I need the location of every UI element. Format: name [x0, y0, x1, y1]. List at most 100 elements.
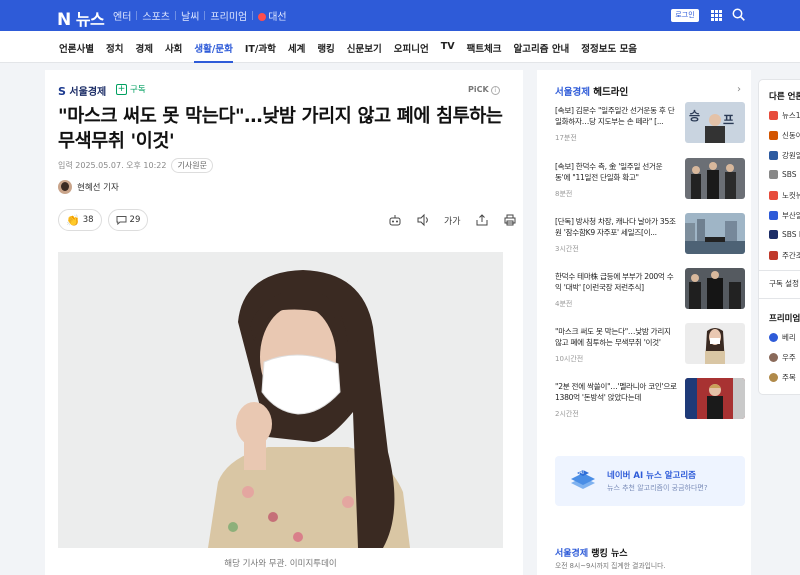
top-nav: 엔터 스포츠 날씨 프리미엄 대선: [108, 8, 292, 23]
publish-date: 입력 2025.05.07. 오후 10:22: [58, 161, 167, 170]
chevron-right-icon[interactable]: ›: [737, 84, 741, 95]
ai-layers-icon: AI: [571, 470, 595, 489]
reporter[interactable]: 현혜선 기자: [58, 180, 119, 194]
tab-ranking[interactable]: 랭킹: [317, 41, 334, 63]
search-icon[interactable]: [732, 8, 745, 21]
list-item[interactable]: "2분 전에 싹쓸이"…'멜라니아 코인'으로 1380억 '돈방석' 앉았다는…: [555, 378, 745, 427]
article-panel: S 서울경제 + 구독 PiCK i "마스크 써도 못 막는다"…낮밤 가리지 않…: [45, 70, 523, 575]
headline-time: 2시간전: [555, 410, 579, 418]
avatar: [769, 353, 778, 362]
tab-life-culture[interactable]: 생활/문화: [194, 41, 233, 63]
subscribe-button[interactable]: + 구독: [116, 83, 146, 95]
press-logo-icon: [769, 170, 778, 179]
ai-algorithm-banner[interactable]: AI 네이버 AI 뉴스 알고리즘 뉴스 추천 알고리즘이 궁금하다면?: [555, 456, 745, 506]
ai-banner-title: 네이버 AI 뉴스 알고리즘: [607, 471, 696, 481]
tab-by-press[interactable]: 언론사별: [59, 41, 94, 63]
press-logo-icon: [769, 131, 778, 140]
list-item[interactable]: 한덕수 테마株 급등에 부부가 200억 수익 '대박' [이런국장 저런주식]…: [555, 268, 745, 317]
comment-icon: [116, 216, 127, 225]
nav-sports[interactable]: 스포츠: [137, 8, 175, 23]
premium-title: 프리미엄: [769, 314, 800, 324]
like-button[interactable]: 👏 38: [58, 209, 102, 231]
tab-opinion[interactable]: 오피니언: [394, 41, 429, 63]
press-item[interactable]: 뉴스1: [769, 110, 800, 121]
list-item[interactable]: [속보] 한덕수 측, 金 '일주일 선거운동'에 "11일전 단일화 확고" …: [555, 158, 745, 207]
share-icon[interactable]: [475, 213, 489, 227]
tab-economy[interactable]: 경제: [135, 41, 152, 63]
top-bar: N 뉴스 엔터 스포츠 날씨 프리미엄 대선 로그인: [0, 0, 800, 31]
press-item[interactable]: 노컷뉴스: [769, 190, 800, 201]
nav-entertainment[interactable]: 엔터: [108, 8, 136, 23]
font-size-button[interactable]: 가가: [444, 214, 461, 227]
summary-bot-icon[interactable]: [388, 213, 402, 227]
tab-it-science[interactable]: IT/과학: [245, 41, 276, 63]
plus-icon: +: [116, 83, 127, 95]
speaker-icon[interactable]: [416, 213, 430, 227]
nav-premium[interactable]: 프리미엄: [205, 8, 252, 23]
press-item[interactable]: 주간조선: [769, 250, 800, 261]
list-item[interactable]: [단독] 방사청 차장, 캐나다 날아가 35조원 '잠수함K9 자주포' 세일…: [555, 213, 745, 262]
ranking-subtitle: 오전 8시~9시까지 집계한 결과입니다.: [555, 562, 666, 570]
category-bar: 언론사별 정치 경제 사회 생활/문화 IT/과학 세계 랭킹 신문보기 오피니…: [0, 31, 800, 63]
press-logo-icon: [769, 211, 778, 220]
article-meta: 입력 2025.05.07. 오후 10:22 기사원문: [58, 158, 213, 173]
press-logo-icon: [769, 230, 778, 239]
info-icon[interactable]: i: [490, 86, 500, 95]
tab-world[interactable]: 세계: [288, 41, 305, 63]
subscribe-settings-link[interactable]: 구독 설정: [769, 278, 799, 289]
list-item[interactable]: "마스크 써도 못 막는다"…낮밤 가리지 않고 폐에 침투하는 무색무취 '이…: [555, 323, 745, 372]
headline-time: 17분전: [555, 134, 577, 142]
photo-caption: 해당 기사와 무관. 이미지투데이: [224, 559, 337, 569]
press-item[interactable]: 강원일보: [769, 150, 800, 161]
press-item[interactable]: 신동아: [769, 130, 800, 141]
premium-item[interactable]: 베리: [769, 332, 796, 343]
headline-text: [단독] 방사청 차장, 캐나다 날아가 35조원 '잠수함K9 자주포' 세일…: [555, 217, 676, 237]
list-item[interactable]: [속보] 김문수 "일주일간 선거운동 후 단일화하자…당 지도부는 손 떼라"…: [555, 102, 745, 151]
other-press-title: 다른 언론사: [769, 92, 800, 102]
headline-text: "마스크 써도 못 막는다"…낮밤 가리지 않고 폐에 침투하는 무색무취 '이…: [555, 327, 671, 347]
press-item[interactable]: 부산일보: [769, 210, 800, 221]
press-item[interactable]: SBS Biz: [769, 230, 800, 239]
press-item[interactable]: SBS: [769, 170, 797, 179]
press-logo-icon: [769, 111, 778, 120]
headline-sidebar: 서울경제 헤드라인 › [속보] 김문수 "일주일간 선거운동 후 단일화하자……: [537, 70, 751, 575]
tab-algorithm[interactable]: 알고리즘 안내: [514, 41, 570, 63]
naver-news-logo[interactable]: N 뉴스: [57, 6, 105, 30]
thumbnail: [685, 378, 745, 419]
press-logo-icon: [769, 191, 778, 200]
press-logo-icon: [769, 251, 778, 260]
clap-emoji-icon: 👏: [66, 213, 80, 227]
article-headline: "마스크 써도 못 막는다"…낮밤 가리지 않고 폐에 침투하는 무색무취 '이…: [58, 106, 503, 152]
article-tools: 가가: [388, 213, 517, 227]
original-article-button[interactable]: 기사원문: [171, 158, 213, 173]
article-photo: [58, 252, 503, 548]
ranking-title[interactable]: 서울경제 랭킹 뉴스: [555, 546, 628, 559]
thumbnail: [685, 323, 745, 364]
tab-politics[interactable]: 정치: [106, 41, 123, 63]
premium-item[interactable]: 우주: [769, 352, 796, 363]
tab-newspaper[interactable]: 신문보기: [347, 41, 382, 63]
tab-factcheck[interactable]: 팩트체크: [467, 41, 502, 63]
thumbnail: [685, 158, 745, 199]
tab-society[interactable]: 사회: [165, 41, 182, 63]
nav-election[interactable]: 대선: [253, 8, 291, 23]
pick-label: PiCK i: [468, 85, 500, 95]
comment-button[interactable]: 29: [107, 209, 149, 231]
nav-weather[interactable]: 날씨: [176, 8, 204, 23]
woman-mask-image: [58, 252, 503, 548]
login-button[interactable]: 로그인: [671, 9, 699, 22]
category-nav: 언론사별 정치 경제 사회 생활/문화 IT/과학 세계 랭킹 신문보기 오피니…: [59, 41, 649, 63]
avatar: [769, 373, 778, 382]
divider: [759, 270, 800, 271]
headline-text: 한덕수 테마株 급등에 부부가 200억 수익 '대박' [이런국장 저런주식]: [555, 272, 674, 292]
tab-corrections[interactable]: 정정보도 모음: [581, 41, 637, 63]
election-dot-icon: [258, 13, 267, 21]
press-logo[interactable]: S 서울경제: [58, 83, 106, 98]
headline-text: [속보] 김문수 "일주일간 선거운동 후 단일화하자…당 지도부는 손 떼라"…: [555, 106, 675, 126]
premium-item[interactable]: 주목: [769, 372, 796, 383]
apps-grid-icon[interactable]: [711, 10, 722, 21]
tab-tv[interactable]: TV: [441, 41, 455, 63]
headline-time: 4분전: [555, 300, 573, 308]
print-icon[interactable]: [503, 213, 517, 227]
sidebar-title[interactable]: 서울경제 헤드라인: [555, 84, 628, 98]
